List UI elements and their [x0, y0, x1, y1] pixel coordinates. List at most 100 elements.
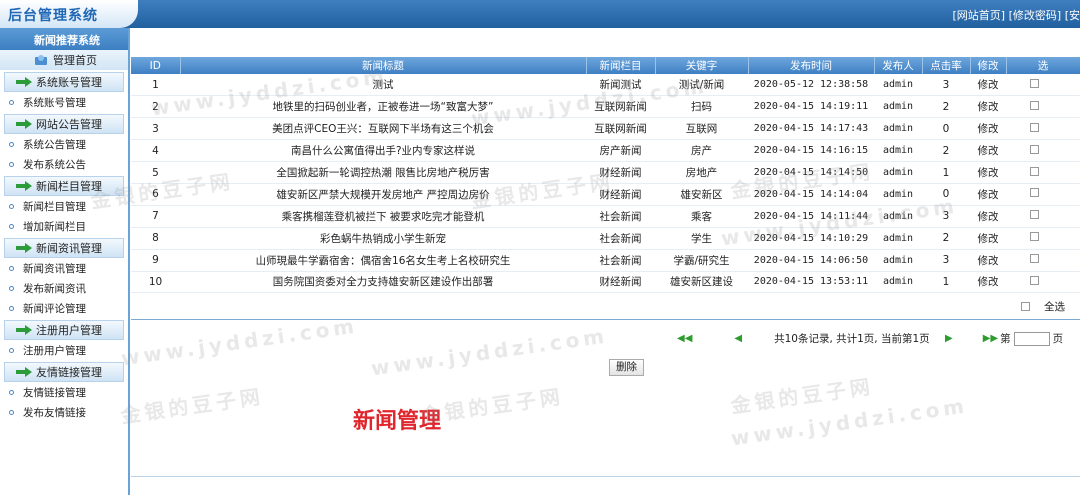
edit-link[interactable]: 修改 [978, 233, 999, 245]
menu-group-header[interactable]: 网站公告管理 [4, 114, 124, 134]
table-row: 9 山师現最牛学霸宿舍：偶宿舍16名女生考上名校研究生 社会新闻 学霸/研究生 2020… [131, 249, 1080, 272]
sidebar-item[interactable]: 新闻资讯管理 [0, 258, 128, 278]
menu-group-header[interactable]: 系统账号管理 [4, 72, 124, 92]
table-row: 2 地铁里的扫码创业者，正被卷进一场“致富大梦” 互联网新闻 扫码 2020-04-15… [131, 95, 1080, 119]
last-page-icon[interactable]: ▶▶ [983, 333, 998, 344]
cell-clicks: 3 [922, 205, 970, 228]
cell-time: 2020-04-15 14:14:50 [748, 161, 874, 184]
cell-clicks: 3 [922, 74, 970, 97]
select-all-checkbox[interactable] [1021, 302, 1030, 311]
table-body: 1 测试 新闻测试 测试/新闻 2020-05-12 12:38:58 admin 3 修改 2… [131, 74, 1080, 294]
cell-keyword: 测试/新闻 [655, 74, 748, 97]
cell-author: admin [874, 95, 922, 119]
cell-category: 财经新闻 [586, 271, 655, 294]
cell-keyword: 房地产 [655, 161, 748, 184]
cell-select [1006, 74, 1080, 97]
page-number-input[interactable] [1013, 331, 1050, 346]
cell-author: admin [874, 183, 922, 206]
cell-clicks: 1 [922, 161, 970, 184]
main-content: ID 新闻标题 新闻栏目 关键字 发布时间 发布人 点击率 修改选 1 测试 新闻测试 测试/新闻 2… [131, 28, 1080, 495]
cell-keyword: 乘客 [655, 205, 748, 228]
edit-link[interactable]: 修改 [978, 123, 999, 135]
cell-author: admin [874, 205, 922, 228]
bullet-icon [9, 409, 14, 415]
cell-id: 3 [131, 117, 180, 141]
row-checkbox[interactable] [1030, 275, 1039, 285]
edit-link[interactable]: 修改 [978, 276, 999, 288]
sidebar-item[interactable]: 发布新闻资讯 [0, 278, 128, 298]
cell-edit: 修改 [970, 183, 1006, 206]
prev-page-icon[interactable]: ◀ [734, 333, 742, 344]
page-heading: 新闻管理 [353, 409, 442, 434]
row-checkbox[interactable] [1030, 78, 1039, 88]
cell-id: 7 [131, 205, 180, 228]
pager-divider [131, 319, 1080, 320]
row-checkbox[interactable] [1030, 210, 1039, 220]
pager-summary: 共10条记录, 共计1页, 当前第1页 [774, 333, 930, 345]
cell-select [1006, 139, 1080, 163]
pager-first-prev: ◀◀ ◀ 共10条记录, 共计1页, 当前第1页 [677, 331, 930, 346]
sidebar-item[interactable]: 友情链接管理 [0, 382, 128, 402]
table-row: 6 雄安新区严禁大规模开发房地产 严控周边房价 财经新闻 雄安新区 2020-04-15… [131, 183, 1080, 206]
menu-group-header[interactable]: 新闻资讯管理 [4, 238, 124, 258]
edit-link[interactable]: 修改 [978, 101, 999, 113]
sidebar-item[interactable]: 新闻栏目管理 [0, 196, 128, 216]
cell-id: 1 [131, 74, 180, 97]
row-checkbox[interactable] [1030, 166, 1039, 176]
table-row: 8 彩色蜗牛热销成小学生新宠 社会新闻 学生 2020-04-15 14:10:29 ad… [131, 227, 1080, 250]
sidebar-item[interactable]: 系统公告管理 [0, 134, 128, 154]
sidebar-item[interactable]: 新闻评论管理 [0, 298, 128, 318]
sidebar-item-label: 新闻评论管理 [23, 302, 86, 315]
row-checkbox[interactable] [1030, 144, 1039, 154]
bullet-icon [9, 223, 14, 229]
cell-edit: 修改 [970, 161, 1006, 184]
cell-author: admin [874, 249, 922, 272]
sidebar-item[interactable]: 增加新闻栏目 [0, 216, 128, 236]
sidebar-item-label: 增加新闻栏目 [23, 220, 86, 233]
top-bar: 后台管理系统 [网站首页] [修改密码] [安 [0, 0, 1080, 28]
cell-title: 地铁里的扫码创业者，正被卷进一场“致富大梦” [180, 95, 586, 119]
edit-link[interactable]: 修改 [978, 145, 999, 157]
table-row: 5 全国掀起新一轮调控热潮 限售比房地产税厉害 财经新闻 房地产 2020-04-15 … [131, 161, 1080, 184]
cell-keyword: 房产 [655, 139, 748, 163]
edit-link[interactable]: 修改 [978, 211, 999, 223]
row-checkbox[interactable] [1030, 100, 1039, 110]
menu-group-header[interactable]: 新闻栏目管理 [4, 176, 124, 196]
menu-group-header[interactable]: 友情链接管理 [4, 362, 124, 382]
cell-category: 新闻测试 [586, 74, 655, 97]
logout-link[interactable]: [安 [1065, 9, 1080, 22]
cell-keyword: 学霸/研究生 [655, 249, 748, 272]
cell-id: 8 [131, 227, 180, 250]
edit-link[interactable]: 修改 [978, 255, 999, 267]
next-page-icon[interactable]: ▶ [945, 333, 953, 344]
edit-link[interactable]: 修改 [978, 79, 999, 91]
home-icon [35, 55, 47, 65]
edit-link[interactable]: 修改 [978, 189, 999, 201]
delete-button[interactable]: 删除 [609, 359, 644, 376]
row-checkbox[interactable] [1030, 254, 1039, 264]
menu-group-header[interactable]: 注册用户管理 [4, 320, 124, 340]
edit-link[interactable]: 修改 [978, 167, 999, 179]
row-checkbox[interactable] [1030, 232, 1039, 242]
sidebar-item[interactable]: 发布系统公告 [0, 154, 128, 174]
sidebar-home[interactable]: 管理首页 [0, 50, 128, 70]
sidebar-item[interactable]: 系统账号管理 [0, 92, 128, 112]
cell-select [1006, 271, 1080, 294]
cell-select [1006, 161, 1080, 184]
site-home-link[interactable]: [网站首页] [953, 9, 1006, 22]
column-header: 修改 [970, 57, 1007, 74]
column-header: 新闻标题 [180, 57, 587, 74]
cell-time: 2020-04-15 14:16:15 [748, 139, 874, 163]
row-checkbox[interactable] [1030, 188, 1039, 198]
cell-author: admin [874, 74, 922, 97]
sidebar-item[interactable]: 发布友情链接 [0, 402, 128, 422]
sidebar-home-label: 管理首页 [53, 54, 97, 67]
select-all[interactable]: 全选 [1021, 299, 1065, 314]
sidebar-item-label: 发布友情链接 [23, 406, 86, 419]
row-checkbox[interactable] [1030, 122, 1039, 132]
cell-edit: 修改 [970, 117, 1006, 141]
column-header: 点击率 [922, 57, 971, 74]
sidebar-item[interactable]: 注册用户管理 [0, 340, 128, 360]
first-page-icon[interactable]: ◀◀ [677, 333, 692, 344]
change-password-link[interactable]: [修改密码] [1009, 9, 1062, 22]
